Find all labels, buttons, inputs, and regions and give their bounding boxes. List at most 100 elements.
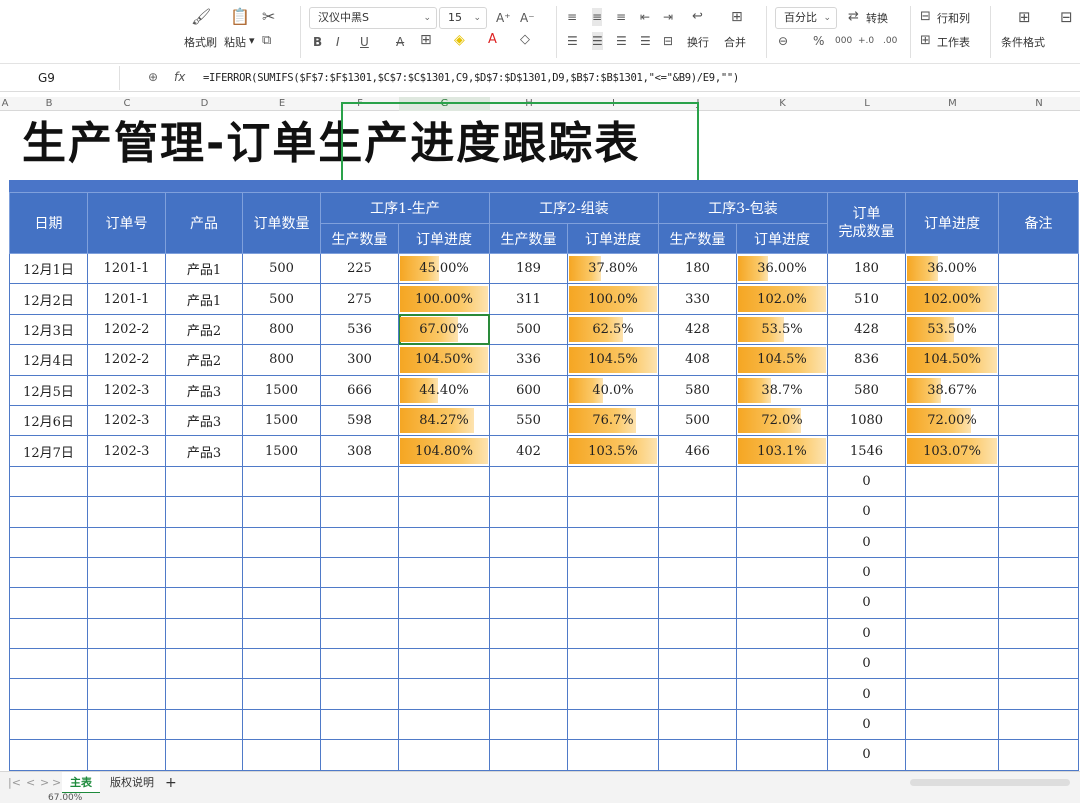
cell-empty[interactable] (489, 556, 568, 589)
align-left-icon[interactable]: ☰ (567, 32, 578, 50)
cell-empty[interactable] (87, 556, 166, 589)
cell-empty[interactable] (398, 496, 490, 528)
convert-icon[interactable]: ⇄ (848, 8, 859, 26)
cell-product[interactable]: 产品3 (165, 374, 243, 406)
paste-dropdown-icon[interactable]: ▾ (249, 34, 255, 47)
cell-order[interactable]: 1202-2 (87, 313, 166, 346)
cell-empty[interactable] (905, 587, 999, 619)
wrap-button[interactable]: 换行 (687, 34, 709, 50)
cell-date[interactable]: 12月2日 (9, 283, 88, 315)
cell-p2-progress[interactable]: 37.80% (567, 252, 659, 285)
cell-p1-progress[interactable]: 104.80% (398, 435, 490, 467)
cell-done-qty[interactable]: 0 (827, 465, 906, 498)
cell-empty[interactable] (398, 648, 490, 680)
cell-remark[interactable] (998, 374, 1079, 406)
cell-p1-qty[interactable]: 300 (320, 344, 399, 376)
cell-empty[interactable] (87, 617, 166, 650)
cell-qty[interactable]: 1500 (242, 404, 321, 437)
cell-empty[interactable] (905, 465, 999, 498)
cell-empty[interactable] (998, 587, 1079, 619)
cell-order-progress[interactable]: 104.50% (905, 344, 999, 376)
cell-date[interactable]: 12月5日 (9, 374, 88, 406)
name-box[interactable]: G9 (0, 66, 120, 90)
cell-empty[interactable] (998, 617, 1079, 650)
align-center-icon[interactable]: ☰ (592, 32, 603, 50)
cell-empty[interactable] (165, 617, 243, 650)
column-header-k[interactable]: K (737, 97, 828, 111)
cell-empty[interactable] (567, 739, 659, 771)
cell-empty[interactable] (242, 556, 321, 589)
cell-p1-progress[interactable]: 44.40% (398, 374, 490, 406)
font-color-icon[interactable]: A (488, 31, 497, 49)
cell-empty[interactable] (998, 526, 1079, 558)
cell-done-qty[interactable]: 428 (827, 313, 906, 346)
cell-remark[interactable] (998, 435, 1079, 467)
format-painter-icon[interactable]: 🖌 (191, 8, 211, 26)
thousands-icon[interactable]: 000 (835, 32, 852, 50)
cell-empty[interactable] (165, 708, 243, 741)
cell-empty[interactable] (9, 739, 88, 771)
column-header-e[interactable]: E (243, 97, 321, 111)
underline-icon[interactable]: U (360, 33, 369, 51)
cell-empty[interactable] (567, 556, 659, 589)
cell-empty[interactable] (87, 648, 166, 680)
cell-empty[interactable] (658, 496, 737, 528)
cell-empty[interactable] (658, 587, 737, 619)
cell-p3-progress[interactable]: 72.0% (736, 404, 828, 437)
cell-empty[interactable] (165, 465, 243, 498)
cell-empty[interactable] (242, 739, 321, 771)
cell-p3-progress[interactable]: 38.7% (736, 374, 828, 406)
cell-p1-qty[interactable]: 275 (320, 283, 399, 315)
cell-empty[interactable] (320, 465, 399, 498)
cell-empty[interactable] (242, 617, 321, 650)
column-header-b[interactable]: B (10, 97, 88, 111)
cell-p2-qty[interactable]: 600 (489, 374, 568, 406)
zoom-icon[interactable]: ⊕ (148, 70, 158, 84)
font-name-select[interactable]: 汉仪中黑S ⌄ (309, 7, 437, 29)
prev-sheet-icon[interactable]: < (26, 772, 35, 794)
cell-empty[interactable] (567, 648, 659, 680)
convert-button[interactable]: 转换 (866, 10, 888, 26)
cell-p3-qty[interactable]: 330 (658, 283, 737, 315)
cell-empty[interactable] (165, 526, 243, 558)
fx-icon[interactable]: fx (174, 70, 185, 84)
cell-empty[interactable] (905, 496, 999, 528)
increase-font-icon[interactable]: A⁺ (496, 9, 511, 27)
tab-copyright[interactable]: 版权说明 (110, 772, 154, 794)
cell-p3-qty[interactable]: 580 (658, 374, 737, 406)
cell-empty[interactable] (87, 526, 166, 558)
cell-empty[interactable] (165, 678, 243, 710)
cell-empty[interactable] (567, 587, 659, 619)
rows-cols-button[interactable]: 行和列 (937, 10, 970, 26)
strikethrough-icon[interactable]: A (396, 33, 404, 51)
cell-empty[interactable] (398, 739, 490, 771)
cell-empty[interactable] (320, 526, 399, 558)
cell-done-qty[interactable]: 0 (827, 526, 906, 558)
cell-empty[interactable] (567, 708, 659, 741)
cell-empty[interactable] (242, 648, 321, 680)
cell-empty[interactable] (87, 587, 166, 619)
cell-empty[interactable] (658, 739, 737, 771)
cell-empty[interactable] (998, 648, 1079, 680)
cell-empty[interactable] (9, 556, 88, 589)
cell-empty[interactable] (165, 648, 243, 680)
cell-p2-qty[interactable]: 311 (489, 283, 568, 315)
first-sheet-icon[interactable]: |< (8, 772, 21, 794)
cell-qty[interactable]: 800 (242, 344, 321, 376)
cut-icon[interactable]: ✂ (262, 8, 275, 26)
cell-empty[interactable] (489, 587, 568, 619)
cell-p3-qty[interactable]: 408 (658, 344, 737, 376)
cell-empty[interactable] (9, 526, 88, 558)
paste-button[interactable]: 粘贴 (224, 34, 246, 50)
cell-empty[interactable] (736, 587, 828, 619)
cell-empty[interactable] (320, 617, 399, 650)
cell-p2-progress[interactable]: 62.5% (567, 313, 659, 346)
cell-order[interactable]: 1201-1 (87, 252, 166, 285)
cond-format-button[interactable]: 条件格式 (1001, 34, 1045, 50)
cell-date[interactable]: 12月7日 (9, 435, 88, 467)
cell-p2-progress[interactable]: 76.7% (567, 404, 659, 437)
cell-product[interactable]: 产品3 (165, 404, 243, 437)
cell-remark[interactable] (998, 252, 1079, 285)
cell-empty[interactable] (998, 708, 1079, 741)
rows-cols-icon[interactable]: ⊟ (920, 8, 931, 26)
